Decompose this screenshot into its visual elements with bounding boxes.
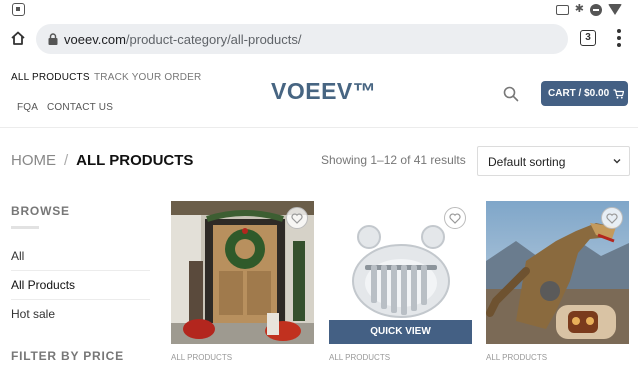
product-card[interactable]: ALL PRODUCTS <box>486 201 629 370</box>
cart-icon <box>613 88 625 99</box>
product-image[interactable] <box>171 201 314 344</box>
sidebar-item-all[interactable]: All <box>11 242 150 271</box>
chevron-down-icon <box>613 159 621 164</box>
wishlist-heart-icon[interactable] <box>601 207 623 229</box>
site-logo[interactable]: VOEEV™ <box>271 78 376 105</box>
do-not-disturb-icon <box>590 3 602 16</box>
breadcrumb-home[interactable]: HOME <box>11 152 56 169</box>
product-category[interactable]: ALL PRODUCTS <box>486 353 547 362</box>
product-card[interactable]: ALL PRODUCTS <box>171 201 314 370</box>
wifi-icon <box>608 4 622 15</box>
url-path: /product-category/all-products/ <box>125 32 302 47</box>
sort-selected-value: Default sorting <box>488 155 566 169</box>
url-text: voeev.com/product-category/all-products/ <box>64 32 302 47</box>
bluetooth-icon: ✱ <box>574 3 584 15</box>
sort-select[interactable]: Default sorting <box>477 146 630 176</box>
product-card[interactable]: QUICK VIEW ALL PRODUCTS <box>329 201 472 370</box>
browse-heading: BROWSE <box>11 204 70 218</box>
breadcrumb-current: ALL PRODUCTS <box>76 152 194 169</box>
product-image[interactable] <box>486 201 629 344</box>
product-category[interactable]: ALL PRODUCTS <box>171 353 232 362</box>
filter-by-price-heading: FILTER BY PRICE <box>11 349 124 363</box>
sidebar-item-hot-sale[interactable]: Hot sale <box>11 300 150 329</box>
nav-all-products[interactable]: ALL PRODUCTS <box>11 72 90 83</box>
wishlist-heart-icon[interactable] <box>444 207 466 229</box>
status-icons: ✱ <box>555 3 622 16</box>
lock-icon <box>48 33 58 45</box>
wishlist-heart-icon[interactable] <box>286 207 308 229</box>
breadcrumb: HOME / ALL PRODUCTS <box>11 152 193 169</box>
product-category[interactable]: ALL PRODUCTS <box>329 353 390 362</box>
product-image[interactable]: QUICK VIEW <box>329 201 472 344</box>
quick-view-button[interactable]: QUICK VIEW <box>329 320 472 344</box>
cast-icon <box>555 4 569 15</box>
home-icon[interactable] <box>10 30 26 46</box>
notification-icon <box>12 3 25 16</box>
url-host: voeev.com <box>64 32 126 47</box>
heading-divider <box>11 226 39 229</box>
sidebar-item-all-products[interactable]: All Products <box>11 271 150 300</box>
breadcrumb-separator: / <box>64 152 69 169</box>
address-bar[interactable]: voeev.com/product-category/all-products/ <box>36 24 568 54</box>
status-bar: ✱ <box>0 0 638 20</box>
search-icon[interactable] <box>503 86 519 102</box>
browser-toolbar: voeev.com/product-category/all-products/… <box>0 20 638 58</box>
cart-button[interactable]: CART / $0.00 <box>541 81 628 106</box>
site-header: ALL PRODUCTS TRACK YOUR ORDER FQA CONTAC… <box>0 58 638 128</box>
tab-switcher-button[interactable]: 3 <box>580 30 596 46</box>
nav-fqa[interactable]: FQA <box>17 102 38 113</box>
nav-contact-us[interactable]: CONTACT US <box>47 102 113 113</box>
browser-menu-icon[interactable] <box>617 29 621 47</box>
cart-label: CART / $0.00 <box>548 88 610 99</box>
result-count: Showing 1–12 of 41 results <box>321 153 466 167</box>
nav-track-order[interactable]: TRACK YOUR ORDER <box>94 72 201 83</box>
